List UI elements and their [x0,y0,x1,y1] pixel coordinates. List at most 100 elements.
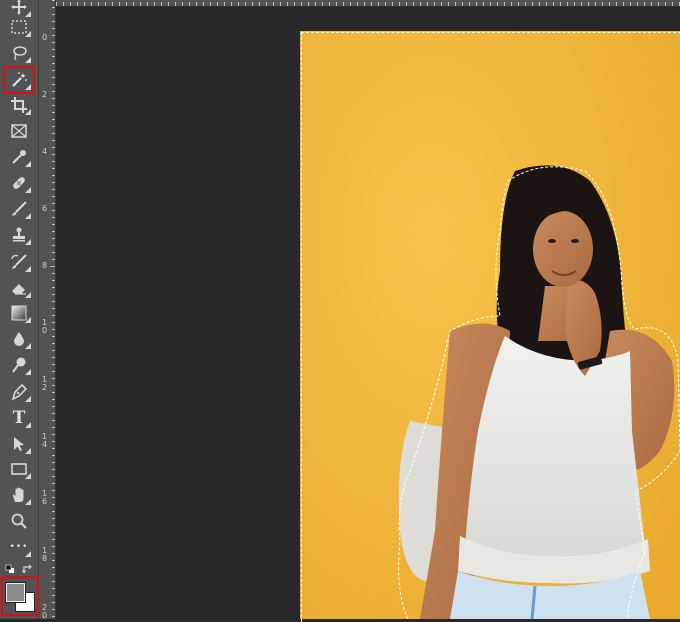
frame-tool[interactable] [5,119,33,143]
ruler-tick [518,2,519,6]
ruler-tick [329,2,330,6]
ruler-tick [52,56,55,57]
ruler-tick [52,322,55,323]
ruler-label: 1 6 [42,489,48,506]
ruler-tick [182,2,183,6]
ruler-tick [224,2,225,6]
ruler-tick [168,2,169,6]
document-image[interactable] [300,31,680,619]
ruler-tick [392,2,393,6]
eraser-tool[interactable] [5,276,33,300]
ruler-tick [52,581,55,582]
ruler-tick [52,70,55,71]
ruler-tick [343,2,344,6]
clone-stamp-tool[interactable] [5,223,33,247]
ruler-tick [52,189,55,190]
ruler-tick [497,2,498,6]
lasso-tool[interactable] [5,41,33,65]
hand-tool[interactable] [5,483,33,507]
ruler-tick [52,539,55,540]
ruler-tick [70,2,71,6]
ruler-tick [52,588,55,589]
ruler-tick [52,532,55,533]
marquee-tool[interactable] [5,15,33,39]
ruler-label: 1 0 [42,318,48,335]
gradient-tool[interactable] [5,301,33,325]
ruler-tick [511,2,512,6]
ruler-tick [52,77,55,78]
ruler-tick [595,2,596,6]
ruler-tick [52,553,55,554]
history-brush-tool[interactable] [5,250,33,274]
ruler-tick [476,2,477,6]
ruler-tick [98,2,99,6]
crop-tool[interactable] [5,93,33,117]
blur-tool[interactable] [5,327,33,351]
ruler-tick [630,2,631,6]
ruler-tick [52,301,55,302]
default-colors-icon[interactable] [5,564,15,574]
ruler-tick [644,2,645,6]
ruler-tick [52,91,55,92]
ruler-tick [50,266,55,267]
foreground-color-swatch[interactable] [5,582,26,603]
ruler-tick [119,2,120,6]
ruler-tick [322,2,323,6]
ruler-tick [315,2,316,6]
ruler-tick [52,413,55,414]
ruler-tick [350,2,351,6]
ruler-tick [154,2,155,6]
ruler-tick [52,525,55,526]
ruler-tick [52,196,55,197]
ruler-tick [52,406,55,407]
ruler-tick [560,2,561,6]
ruler-tick [175,2,176,6]
ruler-label: 0 [42,33,48,42]
ruler-tick [52,518,55,519]
ruler-tick [147,2,148,6]
portrait-photo [300,31,680,619]
ruler-tick [490,2,491,6]
ruler-tick [665,2,666,6]
brush-tool[interactable] [5,197,33,221]
ruler-tick [308,2,309,6]
ruler-tick [52,595,55,596]
ruler-tick [52,217,55,218]
ruler-tick [52,490,55,491]
eyedropper-tool[interactable] [5,145,33,169]
ruler-tick [196,2,197,6]
ruler-tick [399,2,400,6]
ruler-tick [52,420,55,421]
swap-colors-icon[interactable] [22,564,33,574]
ruler-tick [112,2,113,6]
healing-brush-tool[interactable] [5,171,33,195]
ruler-tick [52,476,55,477]
zoom-tool[interactable] [5,509,33,533]
ruler-tick [525,2,526,6]
ruler-tick [52,357,55,358]
ruler-tick [52,84,55,85]
ruler-tick [231,2,232,6]
type-tool[interactable]: T [5,406,33,430]
magic-wand-tool[interactable] [3,66,35,94]
ruler-tick [52,14,55,15]
ruler-tick [52,245,55,246]
color-swatches[interactable] [1,576,39,616]
ruler-tick [581,2,582,6]
dodge-tool[interactable] [5,353,33,377]
ruler-tick [616,2,617,6]
ruler-tick [294,2,295,6]
ruler-tick [623,2,624,6]
ruler-tick [52,546,55,547]
path-selection-tool[interactable] [5,432,33,456]
ruler-tick [52,364,55,365]
rectangle-tool[interactable] [5,457,33,481]
ruler-tick [52,0,55,1]
ruler-tick [420,2,421,6]
ruler-tick [504,2,505,6]
ruler-tick [52,315,55,316]
more-tools[interactable]: ••• [5,535,33,559]
ruler-tick [52,182,55,183]
ruler-tick [52,63,55,64]
pen-tool[interactable] [5,380,33,404]
